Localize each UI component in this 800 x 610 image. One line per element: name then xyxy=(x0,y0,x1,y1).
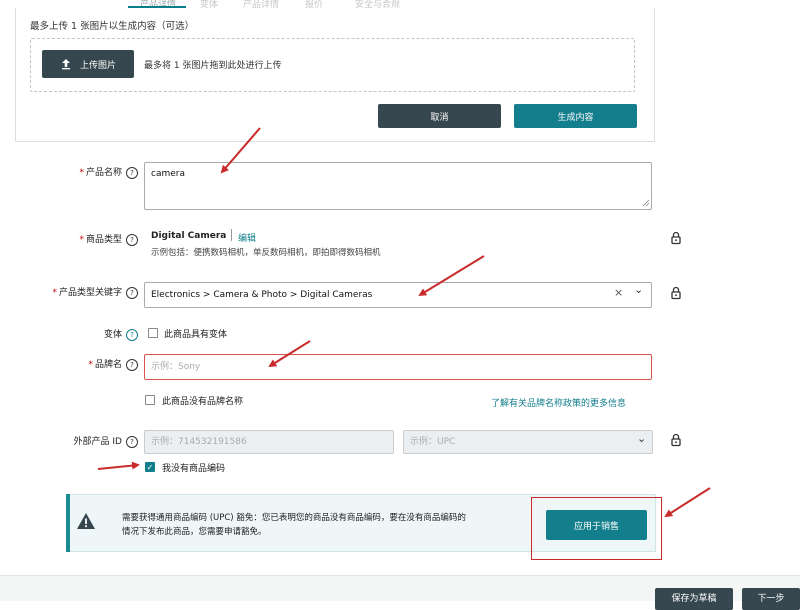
product-name-input[interactable]: camera xyxy=(144,162,652,210)
has-variation-text: 此商品具有变体 xyxy=(164,330,228,340)
drop-hint: 最多将 1 张图片拖到此处进行上传 xyxy=(144,61,282,71)
annotation-arrow xyxy=(97,461,140,470)
external-id-input[interactable]: 示例：714532191586 xyxy=(144,430,394,454)
product-type-keyword-label: * 产品类型关键字? xyxy=(20,285,138,299)
clear-icon[interactable]: × xyxy=(614,286,623,299)
help-icon[interactable]: ? xyxy=(126,358,138,371)
product-type-keyword-select[interactable]: Electronics > Camera & Photo > Digital C… xyxy=(144,282,652,308)
upload-label: 最多上传 1 张图片以生成内容（可选） xyxy=(30,21,195,32)
help-icon[interactable]: ? xyxy=(126,233,138,246)
help-icon[interactable]: ? xyxy=(126,286,138,299)
external-id-type-select[interactable]: 示例：UPC xyxy=(403,430,653,454)
brand-input[interactable]: 示例：Sony xyxy=(144,354,652,380)
edit-product-type-link[interactable]: 编辑 xyxy=(238,231,256,244)
brand-policy-link[interactable]: 了解有关品牌名称政策的更多信息 xyxy=(491,396,626,409)
product-name-label: * 产品名称? xyxy=(40,165,138,179)
next-button[interactable]: 下一步 xyxy=(742,588,800,610)
required-marker: * xyxy=(79,168,84,178)
lock-icon xyxy=(671,231,681,245)
product-type-examples: 示例包括：便携数码相机，单反数码相机，即拍即得数码相机 xyxy=(151,248,381,258)
tab-bar: 产品详情 变体 产品详情 报价 安全与合规 xyxy=(0,0,800,10)
resize-handle-icon[interactable] xyxy=(642,199,650,207)
generate-content-button[interactable]: 生成内容 xyxy=(514,104,637,128)
help-icon[interactable]: ? xyxy=(126,166,138,179)
chevron-down-icon[interactable]: ⌄ xyxy=(637,432,646,445)
apply-exemption-button[interactable]: 应用于销售 xyxy=(546,510,647,540)
annotation-arrow xyxy=(664,487,711,518)
cancel-button[interactable]: 取消 xyxy=(378,104,501,128)
divider xyxy=(231,229,232,241)
lock-icon xyxy=(671,286,681,300)
save-draft-button[interactable]: 保存为草稿 xyxy=(655,588,733,610)
brand-label: * 品牌名? xyxy=(40,357,138,371)
alert-message: 需要获得通用商品编码 (UPC) 豁免：您已表明您的商品没有商品编码，要在没有商… xyxy=(122,513,466,537)
no-product-code-text: 我没有商品编码 xyxy=(162,464,226,474)
lock-icon xyxy=(671,433,681,447)
variation-label: 变体? xyxy=(40,327,138,341)
product-type-value: Digital Camera xyxy=(151,231,227,241)
alert-accent-bar xyxy=(66,494,70,552)
upload-button-label: 上传图片 xyxy=(79,60,116,71)
chevron-down-icon[interactable]: ⌄ xyxy=(634,283,643,296)
no-product-code-checkbox[interactable]: ✓ xyxy=(145,462,155,472)
help-icon[interactable]: ? xyxy=(126,435,138,448)
upload-icon xyxy=(61,59,70,70)
external-id-label: 外部产品 ID? xyxy=(40,434,138,448)
help-icon[interactable]: ? xyxy=(126,328,138,341)
upload-image-button[interactable]: 上传图片 xyxy=(42,50,134,78)
no-brand-text: 此商品没有品牌名称 xyxy=(162,397,244,407)
has-variation-checkbox[interactable] xyxy=(148,328,158,338)
warning-icon xyxy=(77,513,95,529)
product-type-label: * 商品类型? xyxy=(40,232,138,246)
no-brand-checkbox[interactable] xyxy=(145,395,155,405)
